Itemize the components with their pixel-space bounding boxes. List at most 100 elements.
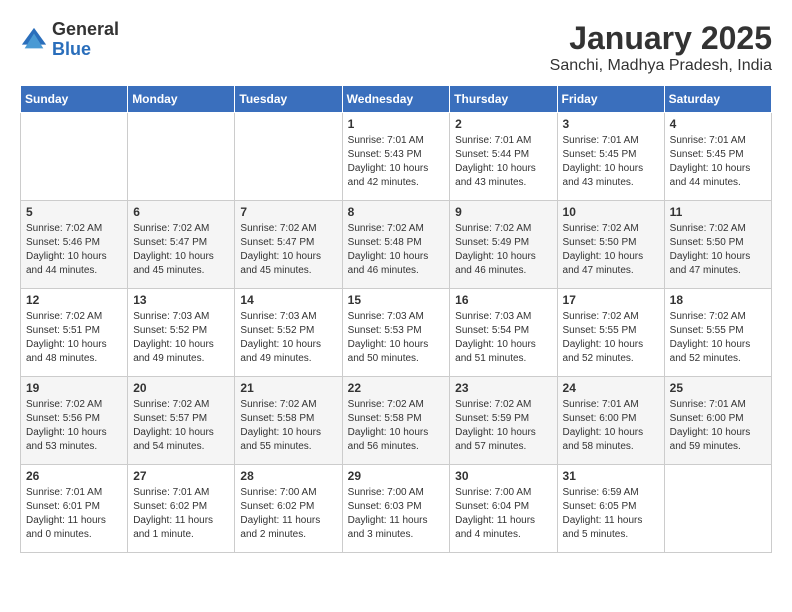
day-info: Sunrise: 7:02 AM Sunset: 5:55 PM Dayligh… [670,310,766,366]
calendar-cell: 15 Sunrise: 7:03 AM Sunset: 5:53 PM Dayli… [342,289,450,377]
title-block: January 2025 Sanchi, Madhya Pradesh, Ind… [550,20,772,75]
day-number: 23 [455,381,551,395]
day-number: 4 [670,117,766,131]
month-title: January 2025 [550,20,772,57]
calendar-cell: 9Sunrise: 7:02 AM Sunset: 5:49 PM Daylig… [450,201,557,289]
day-number: 11 [670,205,766,219]
logo-general: General [52,20,119,40]
day-info: Sunrise: 7:03 AM Sunset: 5:52 PM Dayligh… [240,310,336,366]
day-info: Sunrise: 7:00 AM Sunset: 6:02 PM Dayligh… [240,486,336,542]
day-number: 5 [26,205,122,219]
weekday-header-wednesday: Wednesday [342,86,450,113]
logo: General Blue [20,20,119,60]
day-number: 28 [240,469,336,483]
day-info: Sunrise: 7:02 AM Sunset: 5:51 PM Dayligh… [26,310,122,366]
day-number: 18 [670,293,766,307]
weekday-header-row: SundayMondayTuesdayWednesdayThursdayFrid… [21,86,772,113]
calendar-cell: 19Sunrise: 7:02 AM Sunset: 5:56 PM Dayli… [21,377,128,465]
day-info: Sunrise: 7:03 AM Sunset: 5:52 PM Dayligh… [133,310,229,366]
day-info: Sunrise: 7:02 AM Sunset: 5:50 PM Dayligh… [670,222,766,278]
day-number: 9 [455,205,551,219]
day-info: Sunrise: 7:02 AM Sunset: 5:58 PM Dayligh… [348,398,445,454]
calendar-cell: 22Sunrise: 7:02 AM Sunset: 5:58 PM Dayli… [342,377,450,465]
day-info: Sunrise: 7:02 AM Sunset: 5:58 PM Dayligh… [240,398,336,454]
calendar-cell: 24 Sunrise: 7:01 AM Sunset: 6:00 PM Dayli… [557,377,664,465]
calendar-cell: 4 Sunrise: 7:01 AM Sunset: 5:45 PM Daylig… [664,113,771,201]
day-info: Sunrise: 7:01 AM Sunset: 5:45 PM Dayligh… [563,134,659,190]
day-number: 10 [563,205,659,219]
calendar-cell: 26 Sunrise: 7:01 AM Sunset: 6:01 PM Dayli… [21,465,128,553]
day-info: Sunrise: 7:02 AM Sunset: 5:46 PM Dayligh… [26,222,122,278]
calendar-week-2: 5 Sunrise: 7:02 AM Sunset: 5:46 PM Daylig… [21,201,772,289]
calendar-table: SundayMondayTuesdayWednesdayThursdayFrid… [20,85,772,553]
day-info: Sunrise: 6:59 AM Sunset: 6:05 PM Dayligh… [563,486,659,542]
calendar-cell: 11 Sunrise: 7:02 AM Sunset: 5:50 PM Dayli… [664,201,771,289]
calendar-cell: 5 Sunrise: 7:02 AM Sunset: 5:46 PM Daylig… [21,201,128,289]
calendar-cell: 29 Sunrise: 7:00 AM Sunset: 6:03 PM Dayli… [342,465,450,553]
logo-text: General Blue [52,20,119,60]
calendar-cell: 13 Sunrise: 7:03 AM Sunset: 5:52 PM Dayli… [128,289,235,377]
day-number: 24 [563,381,659,395]
calendar-cell: 3 Sunrise: 7:01 AM Sunset: 5:45 PM Daylig… [557,113,664,201]
day-number: 3 [563,117,659,131]
calendar-cell: 23 Sunrise: 7:02 AM Sunset: 5:59 PM Dayli… [450,377,557,465]
calendar-cell: 16 Sunrise: 7:03 AM Sunset: 5:54 PM Dayli… [450,289,557,377]
weekday-header-saturday: Saturday [664,86,771,113]
day-number: 25 [670,381,766,395]
day-number: 20 [133,381,229,395]
calendar-cell: 30 Sunrise: 7:00 AM Sunset: 6:04 PM Dayli… [450,465,557,553]
calendar-cell [128,113,235,201]
calendar-cell: 2Sunrise: 7:01 AM Sunset: 5:44 PM Daylig… [450,113,557,201]
day-number: 15 [348,293,445,307]
day-info: Sunrise: 7:02 AM Sunset: 5:47 PM Dayligh… [240,222,336,278]
day-number: 26 [26,469,122,483]
day-info: Sunrise: 7:01 AM Sunset: 6:00 PM Dayligh… [670,398,766,454]
day-number: 19 [26,381,122,395]
weekday-header-friday: Friday [557,86,664,113]
day-number: 12 [26,293,122,307]
day-number: 31 [563,469,659,483]
weekday-header-monday: Monday [128,86,235,113]
calendar-cell: 25 Sunrise: 7:01 AM Sunset: 6:00 PM Dayli… [664,377,771,465]
calendar-cell: 21 Sunrise: 7:02 AM Sunset: 5:58 PM Dayli… [235,377,342,465]
logo-icon [20,26,48,54]
day-info: Sunrise: 7:03 AM Sunset: 5:54 PM Dayligh… [455,310,551,366]
day-info: Sunrise: 7:01 AM Sunset: 5:45 PM Dayligh… [670,134,766,190]
day-number: 2 [455,117,551,131]
day-info: Sunrise: 7:02 AM Sunset: 5:48 PM Dayligh… [348,222,445,278]
day-info: Sunrise: 7:01 AM Sunset: 6:00 PM Dayligh… [563,398,659,454]
calendar-cell: 17Sunrise: 7:02 AM Sunset: 5:55 PM Dayli… [557,289,664,377]
day-number: 16 [455,293,551,307]
day-number: 17 [563,293,659,307]
calendar-cell: 31 Sunrise: 6:59 AM Sunset: 6:05 PM Dayli… [557,465,664,553]
day-info: Sunrise: 7:00 AM Sunset: 6:04 PM Dayligh… [455,486,551,542]
day-number: 1 [348,117,445,131]
day-number: 30 [455,469,551,483]
calendar-cell [235,113,342,201]
day-number: 6 [133,205,229,219]
calendar-cell: 7Sunrise: 7:02 AM Sunset: 5:47 PM Daylig… [235,201,342,289]
day-number: 29 [348,469,445,483]
calendar-cell [21,113,128,201]
calendar-cell: 12 Sunrise: 7:02 AM Sunset: 5:51 PM Dayli… [21,289,128,377]
calendar-cell: 14Sunrise: 7:03 AM Sunset: 5:52 PM Dayli… [235,289,342,377]
calendar-cell: 8 Sunrise: 7:02 AM Sunset: 5:48 PM Daylig… [342,201,450,289]
day-number: 13 [133,293,229,307]
day-info: Sunrise: 7:02 AM Sunset: 5:47 PM Dayligh… [133,222,229,278]
calendar-cell: 28 Sunrise: 7:00 AM Sunset: 6:02 PM Dayli… [235,465,342,553]
day-info: Sunrise: 7:01 AM Sunset: 5:43 PM Dayligh… [348,134,445,190]
day-info: Sunrise: 7:01 AM Sunset: 6:01 PM Dayligh… [26,486,122,542]
calendar-cell: 20 Sunrise: 7:02 AM Sunset: 5:57 PM Dayli… [128,377,235,465]
day-info: Sunrise: 7:00 AM Sunset: 6:03 PM Dayligh… [348,486,445,542]
day-number: 8 [348,205,445,219]
calendar-cell: 6 Sunrise: 7:02 AM Sunset: 5:47 PM Daylig… [128,201,235,289]
page-header: General Blue January 2025 Sanchi, Madhya… [20,20,772,75]
calendar-cell: 1 Sunrise: 7:01 AM Sunset: 5:43 PM Daylig… [342,113,450,201]
day-info: Sunrise: 7:02 AM Sunset: 5:57 PM Dayligh… [133,398,229,454]
day-number: 27 [133,469,229,483]
day-info: Sunrise: 7:03 AM Sunset: 5:53 PM Dayligh… [348,310,445,366]
calendar-week-1: 1 Sunrise: 7:01 AM Sunset: 5:43 PM Daylig… [21,113,772,201]
weekday-header-tuesday: Tuesday [235,86,342,113]
day-info: Sunrise: 7:02 AM Sunset: 5:59 PM Dayligh… [455,398,551,454]
day-number: 21 [240,381,336,395]
